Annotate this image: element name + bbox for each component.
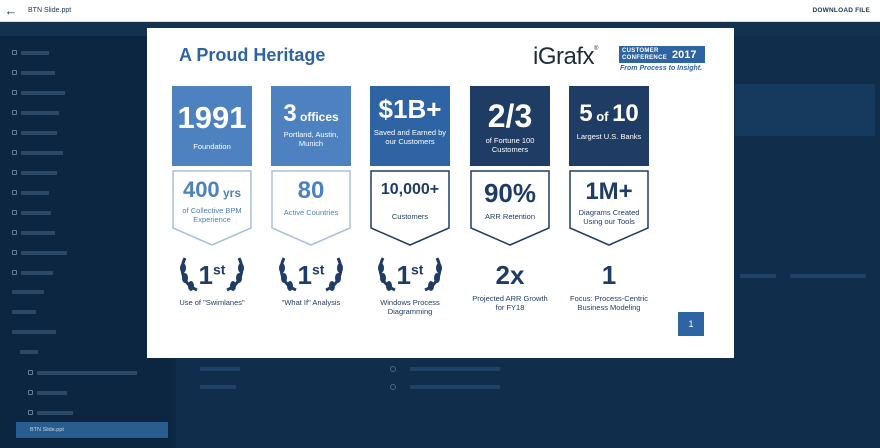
- slide-preview: A Proud Heritage iGrafx® CUSTOMER CONFER…: [147, 28, 734, 358]
- rank-item: 1 Focus: Process-Centric Business Modeli…: [570, 260, 648, 312]
- row-placeholder: [410, 367, 500, 371]
- gear-icon: [390, 366, 396, 372]
- sidebar-item[interactable]: [12, 330, 56, 334]
- stat-top-box: 2/3 of Fortune 100 Customers: [470, 86, 550, 166]
- main-header-band: [735, 84, 875, 136]
- sidebar-item[interactable]: [12, 250, 67, 255]
- stat-top-box: 1991 Foundation: [172, 86, 252, 166]
- download-file-button[interactable]: DOWNLOAD FILE: [813, 7, 870, 14]
- top-bar: ← BTN Slide.ppt DOWNLOAD FILE: [0, 0, 880, 22]
- sidebar-item[interactable]: [12, 90, 65, 95]
- sidebar-item[interactable]: [12, 150, 63, 155]
- row-placeholder: [410, 385, 500, 389]
- sidebar-item[interactable]: [12, 190, 49, 195]
- row-placeholder: [790, 274, 866, 278]
- sidebar-item[interactable]: [20, 350, 38, 354]
- rank-item: 1st "What If" Analysis: [271, 254, 351, 324]
- rank-item: 1st Windows Process Diagramming: [370, 254, 450, 324]
- sidebar-item[interactable]: [12, 310, 36, 314]
- sidebar-item[interactable]: [12, 50, 49, 55]
- stat-shield: 80 Active Countries: [271, 170, 351, 246]
- slide-title: A Proud Heritage: [179, 45, 326, 65]
- sidebar-item[interactable]: [28, 370, 137, 375]
- back-arrow-icon[interactable]: ←: [0, 0, 22, 22]
- stat-top-box: 5 of 10 Largest U.S. Banks: [569, 86, 649, 166]
- sidebar-item[interactable]: [12, 170, 57, 175]
- sidebar-item[interactable]: [12, 230, 55, 235]
- row-placeholder: [740, 274, 776, 278]
- stat-shield: 1M+ Diagrams Created Using our Tools: [569, 170, 649, 246]
- row-placeholder: [200, 385, 236, 389]
- rank-item: 2x Projected ARR Growth for FY18: [472, 260, 548, 312]
- file-name: BTN Slide.ppt: [28, 7, 72, 14]
- row-placeholder: [200, 367, 240, 371]
- stat-top-box: $1B+ Saved and Earned by our Customers: [370, 86, 450, 166]
- logo-brand: iGrafx®: [533, 43, 598, 70]
- slide-page-number[interactable]: 1: [678, 312, 704, 336]
- stat-top-box: 3 offices Portland, Austin, Munich: [271, 86, 351, 166]
- sidebar-item[interactable]: [12, 110, 59, 115]
- sidebar-item[interactable]: [12, 290, 44, 294]
- sidebar-item[interactable]: [12, 270, 53, 275]
- gear-icon: [390, 384, 396, 390]
- stat-shield: 400 yrs of Collective BPM Experience: [172, 170, 252, 246]
- igrafx-logo: iGrafx® CUSTOMER CONFERENCE 2017 From Pr…: [533, 43, 723, 75]
- logo-tagline: From Process to Insight.: [620, 65, 703, 72]
- stat-shield: 90% ARR Retention: [470, 170, 550, 246]
- conference-badge: CUSTOMER CONFERENCE 2017: [619, 46, 705, 63]
- sidebar-item[interactable]: [12, 70, 55, 75]
- stat-shield: 10,000+ Customers: [370, 170, 450, 246]
- sidebar-item[interactable]: [12, 130, 57, 135]
- sidebar-item-active-file[interactable]: BTN Slide.ppt: [16, 422, 168, 438]
- rank-item: 1st Use of "Swimlanes": [172, 254, 252, 324]
- sidebar-item[interactable]: [28, 410, 73, 415]
- sidebar-item[interactable]: [28, 390, 67, 395]
- sidebar-item[interactable]: [12, 210, 51, 215]
